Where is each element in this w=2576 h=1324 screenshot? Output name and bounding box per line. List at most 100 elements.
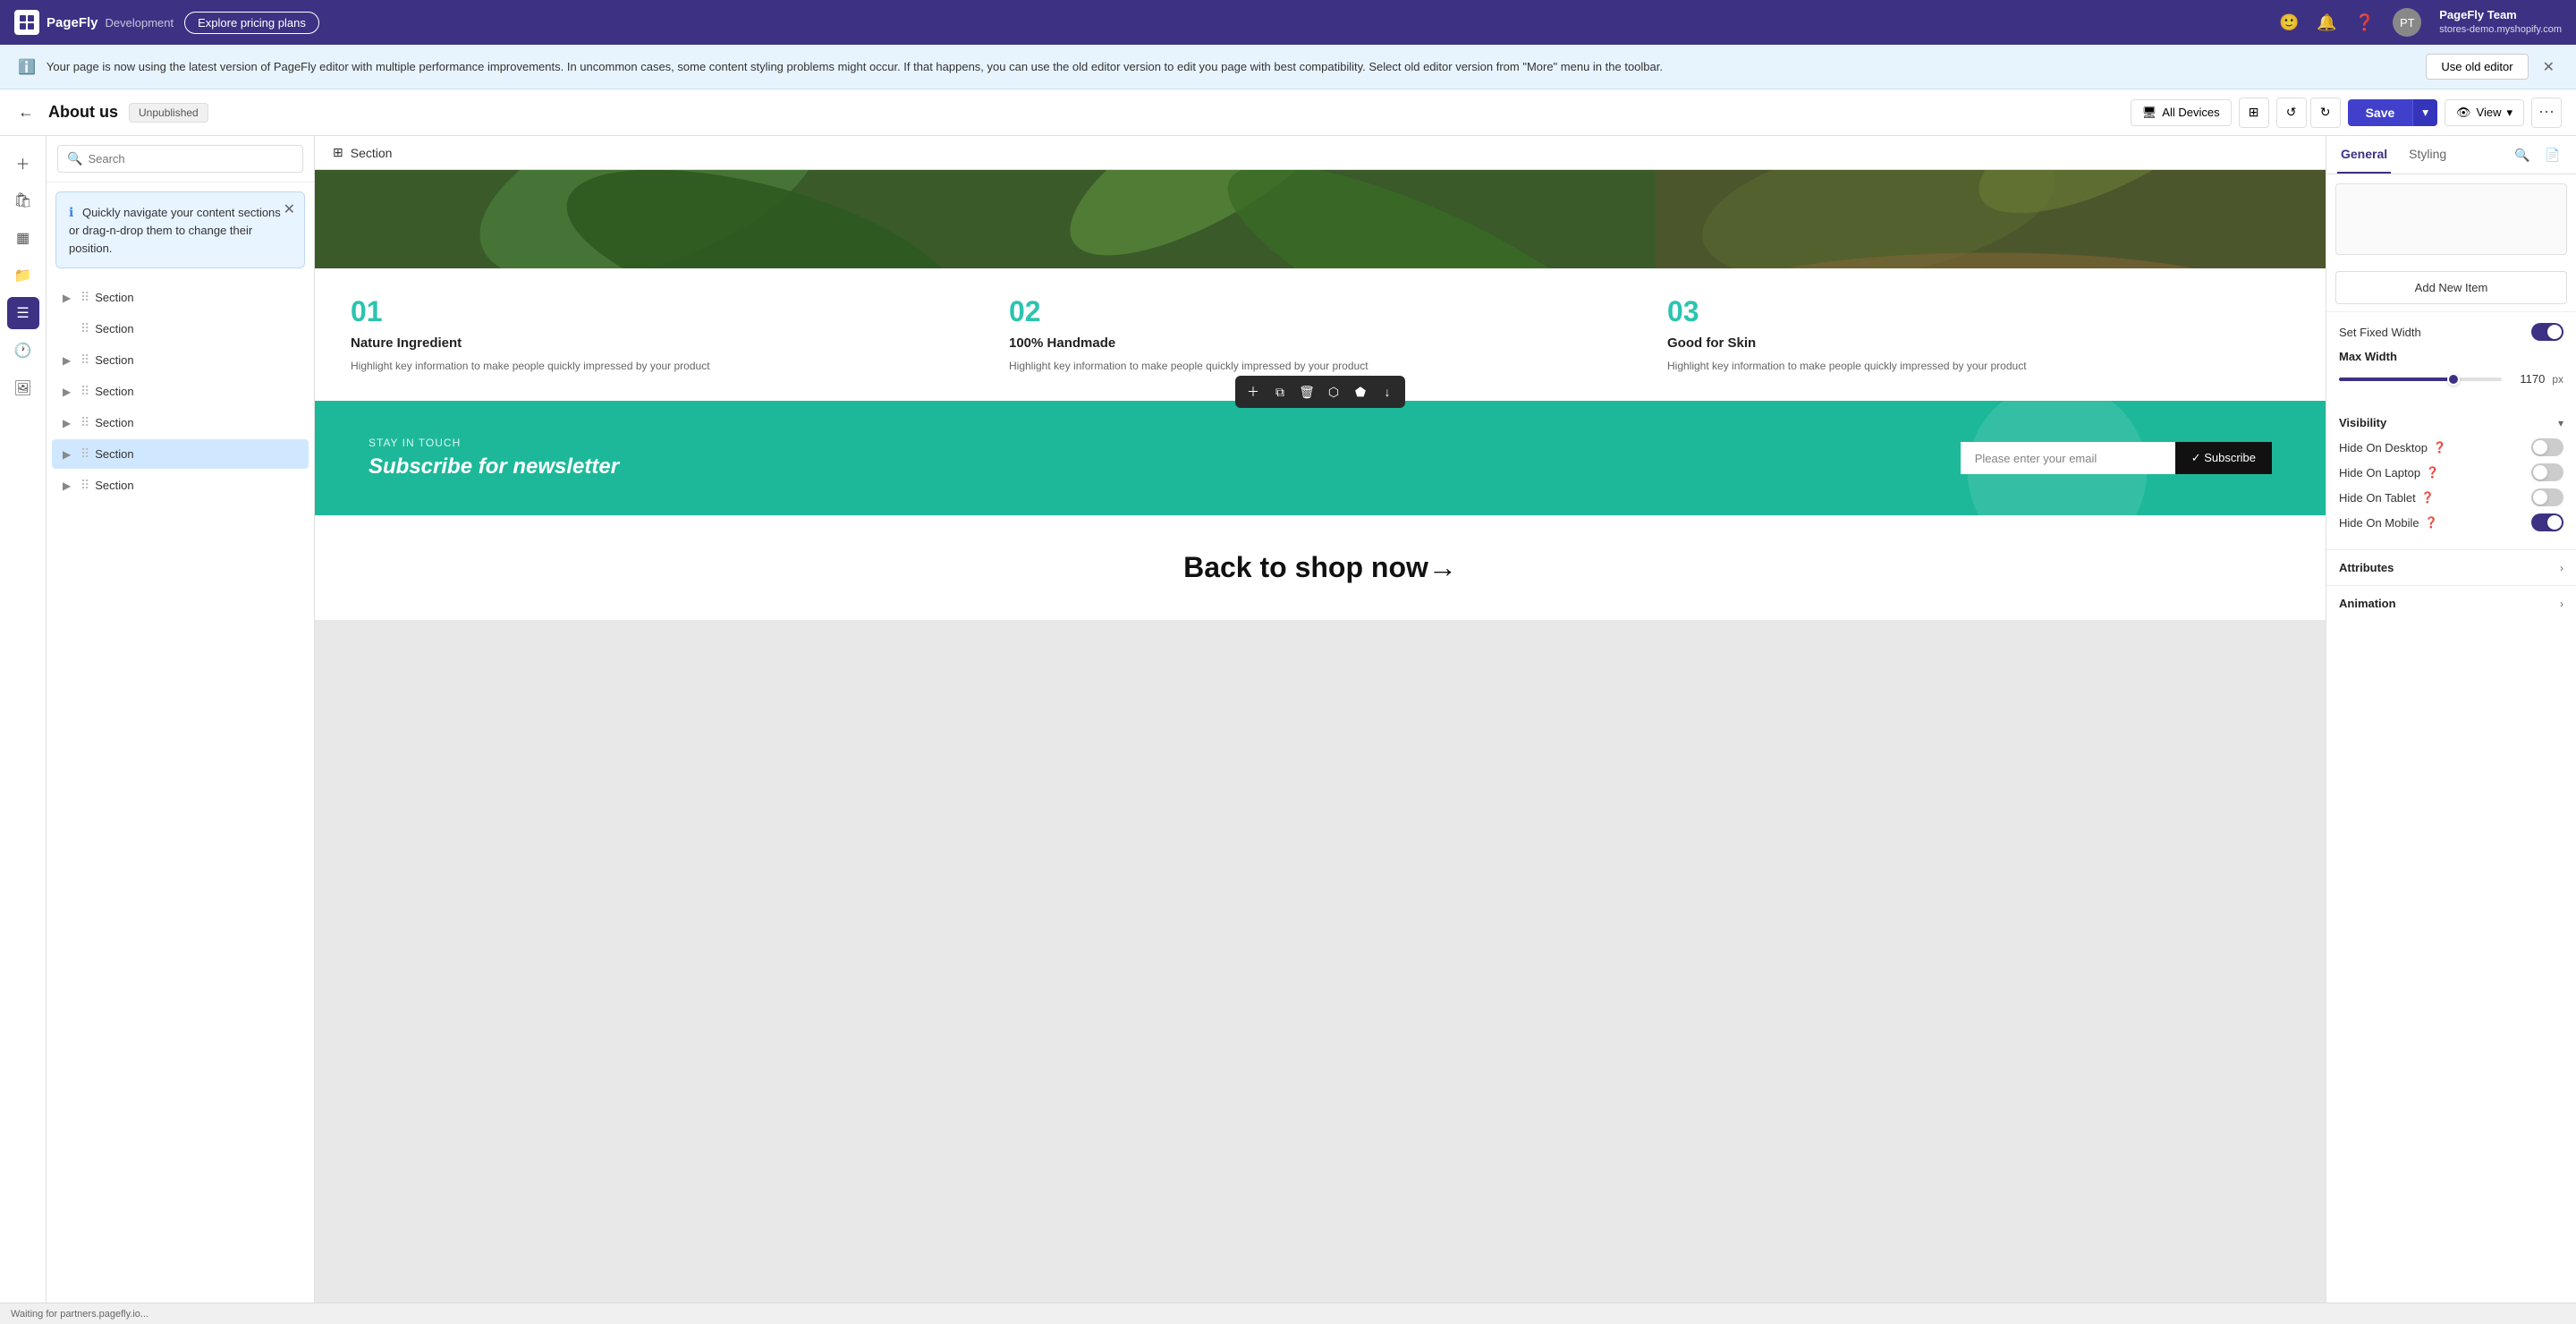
save-button[interactable]: Save bbox=[2348, 99, 2413, 126]
sidebar-item-shop[interactable]: 🛍 bbox=[7, 184, 39, 216]
help-icon[interactable]: ❓ bbox=[2425, 516, 2438, 529]
delete-button[interactable]: 🗑 bbox=[1294, 379, 1319, 404]
settings-button[interactable]: ⬡ bbox=[1321, 379, 1346, 404]
drag-handle-icon[interactable]: ⠿ bbox=[80, 352, 89, 368]
list-item[interactable]: ▶ ⠿ Section bbox=[52, 314, 309, 344]
drag-handle-icon[interactable]: ⠿ bbox=[80, 478, 89, 493]
all-devices-button[interactable]: 🖥 All Devices bbox=[2131, 99, 2232, 126]
hide-laptop-label: Hide On Laptop ❓ bbox=[2339, 466, 2439, 480]
feature-number: 03 bbox=[1667, 295, 2290, 328]
help-icon[interactable]: ❓ bbox=[2426, 466, 2439, 479]
link-button[interactable]: ⬟ bbox=[1348, 379, 1373, 404]
visibility-header[interactable]: Visibility ▾ bbox=[2339, 416, 2563, 429]
redo-button[interactable]: ↻ bbox=[2310, 98, 2341, 128]
chevron-right-icon: ▶ bbox=[63, 448, 75, 461]
chevron-right-icon: ▶ bbox=[63, 354, 75, 367]
drag-handle-icon[interactable]: ⠿ bbox=[80, 415, 89, 430]
more-options-button[interactable]: ⋯ bbox=[2531, 98, 2562, 128]
hide-mobile-toggle[interactable] bbox=[2531, 513, 2563, 531]
duplicate-button[interactable]: ⧉ bbox=[1267, 379, 1292, 404]
help-icon[interactable]: ❓ bbox=[2433, 441, 2446, 454]
canvas-content: 01 Nature Ingredient Highlight key infor… bbox=[315, 170, 2326, 620]
avatar[interactable]: PT bbox=[2393, 8, 2421, 37]
feature-desc: Highlight key information to make people… bbox=[1667, 358, 2290, 374]
section-label: Section bbox=[95, 479, 133, 492]
sidebar-item-folder[interactable]: 📁 bbox=[7, 259, 39, 292]
right-preview-area bbox=[2335, 183, 2567, 255]
hide-laptop-toggle[interactable] bbox=[2531, 463, 2563, 481]
newsletter-left: STAY IN TOUCH Subscribe for newsletter bbox=[369, 437, 1925, 480]
monitor-icon: 🖥 bbox=[2142, 106, 2157, 120]
feature-desc: Highlight key information to make people… bbox=[351, 358, 973, 374]
sidebar-item-image[interactable]: 🖼 bbox=[7, 372, 39, 404]
add-new-item-button[interactable]: Add New Item bbox=[2335, 271, 2567, 304]
status-badge: Unpublished bbox=[129, 103, 208, 123]
drag-handle-icon[interactable]: ⠿ bbox=[80, 384, 89, 399]
hide-on-desktop-row: Hide On Desktop ❓ bbox=[2339, 438, 2563, 456]
main-layout: ＋ 🛍 ▦ 📁 ☰ 🕐 🖼 🔍 ℹ Quickly navigate your … bbox=[0, 136, 2576, 1303]
close-icon[interactable]: ✕ bbox=[284, 199, 295, 221]
list-item[interactable]: ▶ ⠿ Section bbox=[52, 377, 309, 406]
animation-section[interactable]: Animation › bbox=[2326, 585, 2576, 621]
tooltip-text: Quickly navigate your content sections o… bbox=[69, 206, 281, 255]
add-element-button[interactable]: ＋ bbox=[1241, 379, 1266, 404]
info-icon: ℹ️ bbox=[18, 58, 36, 76]
list-item[interactable]: ▶ ⠿ Section bbox=[52, 439, 309, 469]
list-item[interactable]: ▶ ⠿ Section bbox=[52, 408, 309, 437]
drag-handle-icon[interactable]: ⠿ bbox=[80, 321, 89, 336]
drag-handle-icon[interactable]: ⠿ bbox=[80, 446, 89, 462]
info-banner: ℹ️ Your page is now using the latest ver… bbox=[0, 45, 2576, 89]
hide-on-laptop-row: Hide On Laptop ❓ bbox=[2339, 463, 2563, 481]
view-label: View bbox=[2477, 106, 2502, 119]
user-info: PageFly Team stores-demo.myshopify.com bbox=[2439, 8, 2562, 36]
feature-item-1: 01 Nature Ingredient Highlight key infor… bbox=[351, 295, 973, 374]
drag-handle-icon[interactable]: ⠿ bbox=[80, 290, 89, 305]
env-label: Development bbox=[106, 16, 174, 30]
sidebar-item-history[interactable]: 🕐 bbox=[7, 335, 39, 367]
bell-icon[interactable]: 🔔 bbox=[2317, 13, 2336, 32]
page-title: About us bbox=[48, 103, 118, 122]
back-button[interactable]: ← bbox=[14, 99, 38, 125]
search-input[interactable] bbox=[88, 152, 293, 166]
canvas-section-label: Section bbox=[351, 146, 393, 160]
attributes-section[interactable]: Attributes › bbox=[2326, 549, 2576, 585]
fixed-width-toggle[interactable] bbox=[2531, 323, 2563, 341]
visibility-section: Visibility ▾ Hide On Desktop ❓ Hide On L… bbox=[2326, 405, 2576, 549]
view-button[interactable]: 👁 View ▾ bbox=[2445, 99, 2524, 126]
list-item[interactable]: ▶ ⠿ Section bbox=[52, 283, 309, 312]
emoji-icon[interactable]: 🙂 bbox=[2279, 13, 2299, 32]
download-button[interactable]: ↓ bbox=[1375, 379, 1400, 404]
grid-icon-button[interactable]: ⊞ bbox=[2239, 98, 2269, 128]
hide-tablet-toggle[interactable] bbox=[2531, 488, 2563, 506]
save-dropdown-button[interactable]: ▾ bbox=[2412, 99, 2437, 126]
canvas-section-header: ⊞ Section bbox=[315, 136, 2326, 170]
tooltip-info-icon: ℹ bbox=[69, 205, 73, 219]
hide-on-mobile-row: Hide On Mobile ❓ bbox=[2339, 513, 2563, 531]
search-icon-button[interactable]: 🔍 bbox=[2510, 142, 2535, 167]
undo-button[interactable]: ↺ bbox=[2276, 98, 2307, 128]
status-bar: Waiting for partners.pagefly.io... bbox=[0, 1303, 2576, 1324]
set-fixed-width-label: Set Fixed Width bbox=[2339, 326, 2421, 339]
list-item[interactable]: ▶ ⠿ Section bbox=[52, 471, 309, 500]
help-icon[interactable]: ❓ bbox=[2355, 13, 2375, 32]
hide-mobile-text: Hide On Mobile bbox=[2339, 516, 2419, 530]
info-banner-text: Your page is now using the latest versio… bbox=[47, 58, 2415, 76]
section-label: Section bbox=[95, 385, 133, 398]
help-icon[interactable]: ❓ bbox=[2421, 491, 2435, 504]
explore-pricing-button[interactable]: Explore pricing plans bbox=[184, 12, 319, 34]
close-icon[interactable]: ✕ bbox=[2539, 55, 2558, 80]
subscribe-button[interactable]: ✓ Subscribe bbox=[2175, 442, 2272, 474]
chevron-right-icon: ▶ bbox=[63, 386, 75, 398]
use-old-editor-button[interactable]: Use old editor bbox=[2426, 54, 2528, 80]
tab-styling[interactable]: Styling bbox=[2405, 136, 2450, 174]
sidebar-item-grid[interactable]: ▦ bbox=[7, 222, 39, 254]
document-icon-button[interactable]: 📄 bbox=[2540, 142, 2565, 167]
hide-desktop-toggle[interactable] bbox=[2531, 438, 2563, 456]
sidebar-item-layers[interactable]: ☰ bbox=[7, 297, 39, 329]
feature-number: 01 bbox=[351, 295, 973, 328]
list-item[interactable]: ▶ ⠿ Section bbox=[52, 345, 309, 375]
sidebar-item-add[interactable]: ＋ bbox=[7, 147, 39, 179]
email-input[interactable] bbox=[1961, 442, 2175, 474]
slider-track[interactable] bbox=[2339, 378, 2502, 381]
tab-general[interactable]: General bbox=[2337, 136, 2391, 174]
